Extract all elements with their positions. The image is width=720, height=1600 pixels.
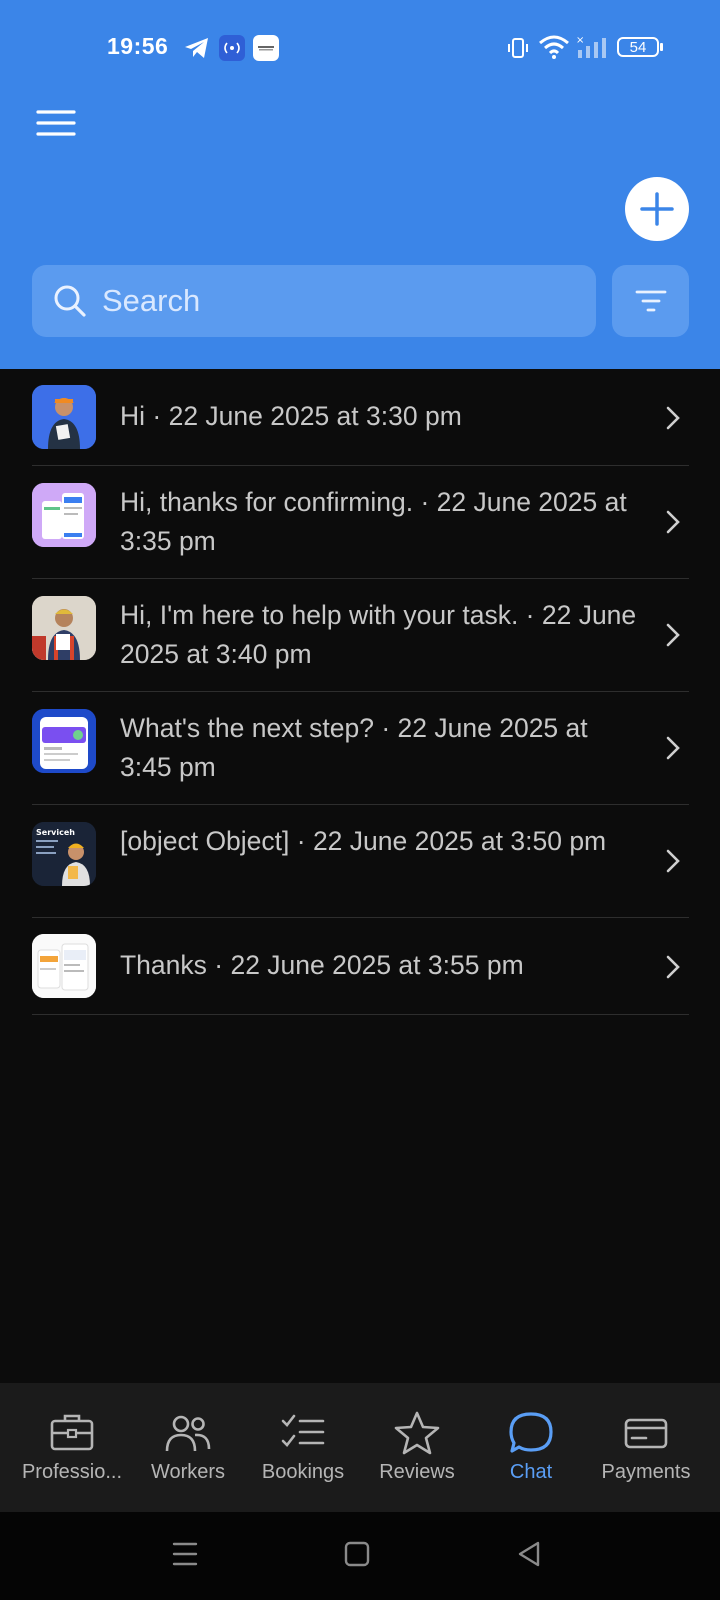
checklist-icon [281, 1414, 325, 1447]
status-time: 19:56 [107, 33, 169, 59]
battery-tip [660, 43, 663, 51]
chat-message-preview: [object Object] · 22 June 2025 at 3:50 p… [120, 826, 607, 856]
wifi-icon [539, 35, 569, 59]
add-chat-button[interactable] [625, 177, 689, 241]
nav-label: Chat [509, 1461, 553, 1483]
avatar [32, 483, 96, 547]
nav-tab-chat[interactable]: Chat [474, 1383, 588, 1512]
search-input[interactable] [102, 265, 572, 337]
chat-list-item[interactable]: Hi, thanks for confirming. · 22 June 202… [32, 466, 689, 579]
chat-message-preview: Hi · 22 June 2025 at 3:30 pm [120, 401, 462, 431]
avatar [32, 596, 96, 660]
chat-list: Hi · 22 June 2025 at 3:30 pm Hi, thanks … [32, 369, 689, 1015]
avatar: Serviceh [32, 822, 96, 886]
hotspot-icon [219, 35, 245, 61]
search-box[interactable] [32, 265, 596, 337]
app-header: 19:56 × 54 Search [0, 0, 720, 369]
chat-list-item[interactable]: What's the next step? · 22 June 2025 at … [32, 692, 689, 805]
nav-label: Workers [150, 1461, 226, 1483]
chat-message-preview: Hi, thanks for confirming. · 22 June 202… [120, 487, 627, 556]
vibrate-icon [508, 38, 528, 58]
chevron-right-icon [666, 623, 680, 647]
hamburger-menu-icon[interactable] [34, 103, 78, 143]
chat-message-preview: Thanks · 22 June 2025 at 3:55 pm [120, 950, 524, 980]
chevron-right-icon [666, 849, 680, 873]
avatar-brand-text: Serviceh [36, 828, 75, 837]
filter-button[interactable] [612, 265, 689, 337]
avatar [32, 709, 96, 773]
back-icon[interactable] [516, 1540, 542, 1568]
nav-tab-bookings[interactable]: Bookings [246, 1383, 360, 1512]
svg-text:×: × [576, 35, 584, 46]
nav-tab-professionals[interactable]: Professio... [15, 1383, 129, 1512]
chat-list-item[interactable]: Thanks · 22 June 2025 at 3:55 pm [32, 918, 689, 1015]
search-icon [54, 285, 86, 317]
chat-list-item[interactable]: Hi, I'm here to help with your task. · 2… [32, 579, 689, 692]
briefcase-icon [50, 1414, 94, 1451]
battery-level: 54 [629, 39, 647, 56]
chevron-right-icon [666, 955, 680, 979]
chevron-right-icon [666, 510, 680, 534]
nav-label: Professio... [21, 1461, 123, 1483]
nav-label: Payments [601, 1461, 691, 1483]
chat-list-item[interactable]: Hi · 22 June 2025 at 3:30 pm [32, 369, 689, 466]
nav-tab-reviews[interactable]: Reviews [360, 1383, 474, 1512]
chevron-right-icon [666, 406, 680, 430]
recent-apps-icon[interactable] [172, 1540, 198, 1568]
chat-message-preview: Hi, I'm here to help with your task. · 2… [120, 600, 637, 669]
chat-list-item[interactable]: Serviceh [object Object] · 22 June 2025 … [32, 805, 689, 918]
chat-bubble-icon [509, 1412, 553, 1453]
nav-tab-workers[interactable]: Workers [131, 1383, 245, 1512]
chevron-right-icon [666, 736, 680, 760]
chat-message-preview: What's the next step? · 22 June 2025 at … [120, 713, 588, 782]
people-icon [165, 1415, 211, 1452]
nav-tab-payments[interactable]: Payments [589, 1383, 703, 1512]
filter-icon [635, 290, 667, 312]
battery-icon: 54 [617, 37, 659, 57]
telegram-icon [185, 38, 208, 58]
avatar [32, 934, 96, 998]
notification-app-icon [253, 35, 279, 61]
signal-icon: × [576, 35, 606, 58]
system-navigation-bar [0, 1512, 720, 1600]
card-icon [624, 1418, 668, 1449]
star-icon [394, 1411, 440, 1455]
bottom-navigation: Professio... Workers Bookings Reviews Ch… [0, 1383, 720, 1512]
avatar [32, 385, 96, 449]
plus-icon [640, 192, 674, 226]
home-icon[interactable] [344, 1540, 370, 1568]
status-bar: 19:56 × 54 [0, 0, 720, 96]
